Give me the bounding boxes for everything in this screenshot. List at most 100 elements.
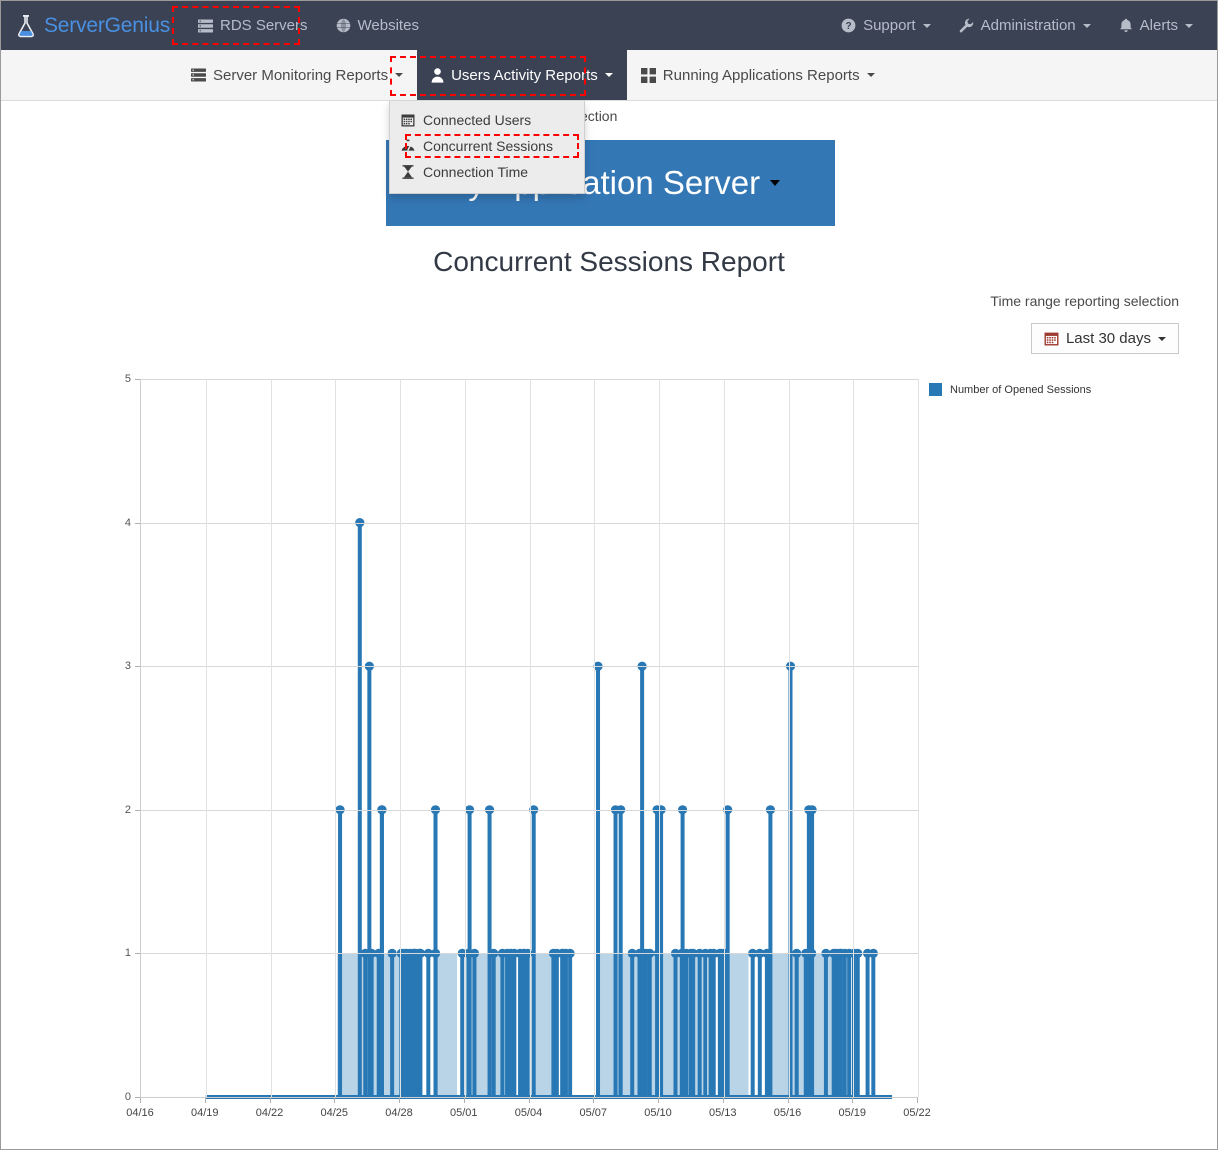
concurrent-sessions-chart: 012345 04/1604/1904/2204/2504/2805/0105/… [1, 361, 1217, 1141]
app-window: ServerGenius RDS Servers [0, 0, 1218, 1150]
chart-x-tick-label: 05/07 [579, 1107, 607, 1119]
menu-item-connection-time[interactable]: Connection Time [390, 159, 584, 185]
nav-item-rds-servers-label: RDS Servers [220, 17, 308, 34]
chart-y-tick-mark [135, 810, 140, 811]
chevron-down-icon [605, 73, 613, 77]
nav-item-alerts[interactable]: Alerts [1105, 1, 1207, 50]
chart-x-tick-mark [464, 1098, 465, 1103]
chart-y-tick-label: 0 [109, 1091, 131, 1103]
calendar-icon [400, 113, 415, 127]
question-circle-icon: ? [841, 18, 856, 33]
menu-item-concurrent-sessions[interactable]: Concurrent Sessions [390, 133, 584, 159]
chart-x-tick-mark [788, 1098, 789, 1103]
chart-x-tick-label: 05/13 [709, 1107, 737, 1119]
chart-y-tick-label: 2 [109, 804, 131, 816]
chart-gridline-vertical [530, 379, 531, 1097]
chart-y-tick-mark [135, 953, 140, 954]
chevron-down-icon [770, 180, 780, 186]
chart-y-tick-mark [135, 666, 140, 667]
menu-item-connected-users-label: Connected Users [423, 112, 531, 128]
chart-x-tick-label: 04/28 [385, 1107, 413, 1119]
tab-users-activity-reports-label: Users Activity Reports [451, 67, 598, 84]
tab-server-monitoring-reports-label: Server Monitoring Reports [213, 67, 388, 84]
chart-x-tick-label: 05/16 [774, 1107, 802, 1119]
chart-y-tick-mark [135, 523, 140, 524]
tachometer-icon [400, 139, 415, 153]
chevron-down-icon [1185, 24, 1193, 28]
chart-y-tick-label: 3 [109, 660, 131, 672]
menu-item-connection-time-label: Connection Time [423, 164, 528, 180]
chart-area-fill [661, 953, 684, 1097]
chart-x-tick-mark [270, 1098, 271, 1103]
chart-area-fill [488, 953, 511, 1097]
chevron-down-icon [1083, 24, 1091, 28]
tab-server-monitoring-reports[interactable]: Server Monitoring Reports [177, 50, 417, 100]
chart-area-fill [683, 953, 706, 1097]
chart-x-tick-label: 05/10 [644, 1107, 672, 1119]
chart-gridline-vertical [918, 379, 919, 1097]
hourglass-icon [400, 165, 415, 179]
tab-running-applications-reports-label: Running Applications Reports [663, 67, 860, 84]
chart-x-tick-mark [205, 1098, 206, 1103]
reports-subnav: Server Monitoring Reports Users Activity… [1, 50, 1217, 101]
chart-x-tick-label: 04/16 [126, 1107, 154, 1119]
chart-x-tick-mark [529, 1098, 530, 1103]
chart-area-fill [812, 953, 835, 1097]
chart-y-tick-mark [135, 379, 140, 380]
users-activity-reports-dropdown: Connected Users Concurrent Sessions Co [389, 101, 585, 194]
user-icon [431, 68, 444, 83]
nav-item-support-label: Support [863, 17, 916, 34]
chart-x-tick-mark [399, 1098, 400, 1103]
wrench-icon [959, 18, 974, 33]
brand-logo[interactable]: ServerGenius [1, 1, 184, 50]
chart-gridline-vertical [789, 379, 790, 1097]
server-rack-icon [191, 68, 206, 82]
chart-x-tick-label: 05/22 [903, 1107, 931, 1119]
chart-gridline-vertical [335, 379, 336, 1097]
svg-text:?: ? [846, 21, 852, 32]
chart-x-tick-label: 04/22 [256, 1107, 284, 1119]
chart-x-tick-mark [917, 1098, 918, 1103]
nav-item-alerts-label: Alerts [1140, 17, 1178, 34]
nav-item-rds-servers[interactable]: RDS Servers [184, 1, 322, 50]
tab-users-activity-reports[interactable]: Users Activity Reports [417, 50, 627, 100]
chart-x-tick-label: 05/04 [515, 1107, 543, 1119]
flask-icon [15, 14, 37, 38]
chart-gridline-vertical [659, 379, 660, 1097]
chart-gridline-vertical [465, 379, 466, 1097]
chart-x-tick-mark [334, 1098, 335, 1103]
chart-x-tick-mark [723, 1098, 724, 1103]
tab-running-applications-reports[interactable]: Running Applications Reports [627, 50, 889, 100]
chart-gridline-vertical [206, 379, 207, 1097]
chart-y-tick-label: 5 [109, 373, 131, 385]
chevron-down-icon [867, 73, 875, 77]
nav-item-websites[interactable]: Websites [322, 1, 433, 50]
chart-gridline-vertical [400, 379, 401, 1097]
nav-item-support[interactable]: ? Support [827, 1, 945, 50]
chart-gridline-vertical [594, 379, 595, 1097]
nav-item-administration[interactable]: Administration [945, 1, 1105, 50]
chart-y-tick-label: 4 [109, 517, 131, 529]
chart-x-tick-mark [658, 1098, 659, 1103]
time-range-select[interactable]: Last 30 days [1031, 323, 1179, 354]
top-navbar: ServerGenius RDS Servers [1, 1, 1217, 50]
chart-x-tick-mark [593, 1098, 594, 1103]
globe-icon [336, 18, 351, 33]
time-range-label: Time range reporting selection [990, 293, 1179, 309]
chart-x-tick-label: 05/19 [838, 1107, 866, 1119]
menu-item-connected-users[interactable]: Connected Users [390, 107, 584, 133]
page-title: Concurrent Sessions Report [1, 246, 1217, 278]
chevron-down-icon [395, 73, 403, 77]
chart-area-fill [434, 953, 457, 1097]
brand-name: ServerGenius [44, 14, 170, 38]
chart-gridline-vertical [724, 379, 725, 1097]
chevron-down-icon [1158, 337, 1166, 341]
server-rack-icon [198, 19, 213, 33]
chart-gridline-vertical [271, 379, 272, 1097]
calendar-icon [1044, 331, 1059, 346]
chart-x-tick-label: 05/01 [450, 1107, 478, 1119]
menu-item-concurrent-sessions-label: Concurrent Sessions [423, 138, 553, 154]
chart-x-tick-label: 04/25 [320, 1107, 348, 1119]
bell-icon [1119, 18, 1133, 33]
chevron-down-icon [923, 24, 931, 28]
